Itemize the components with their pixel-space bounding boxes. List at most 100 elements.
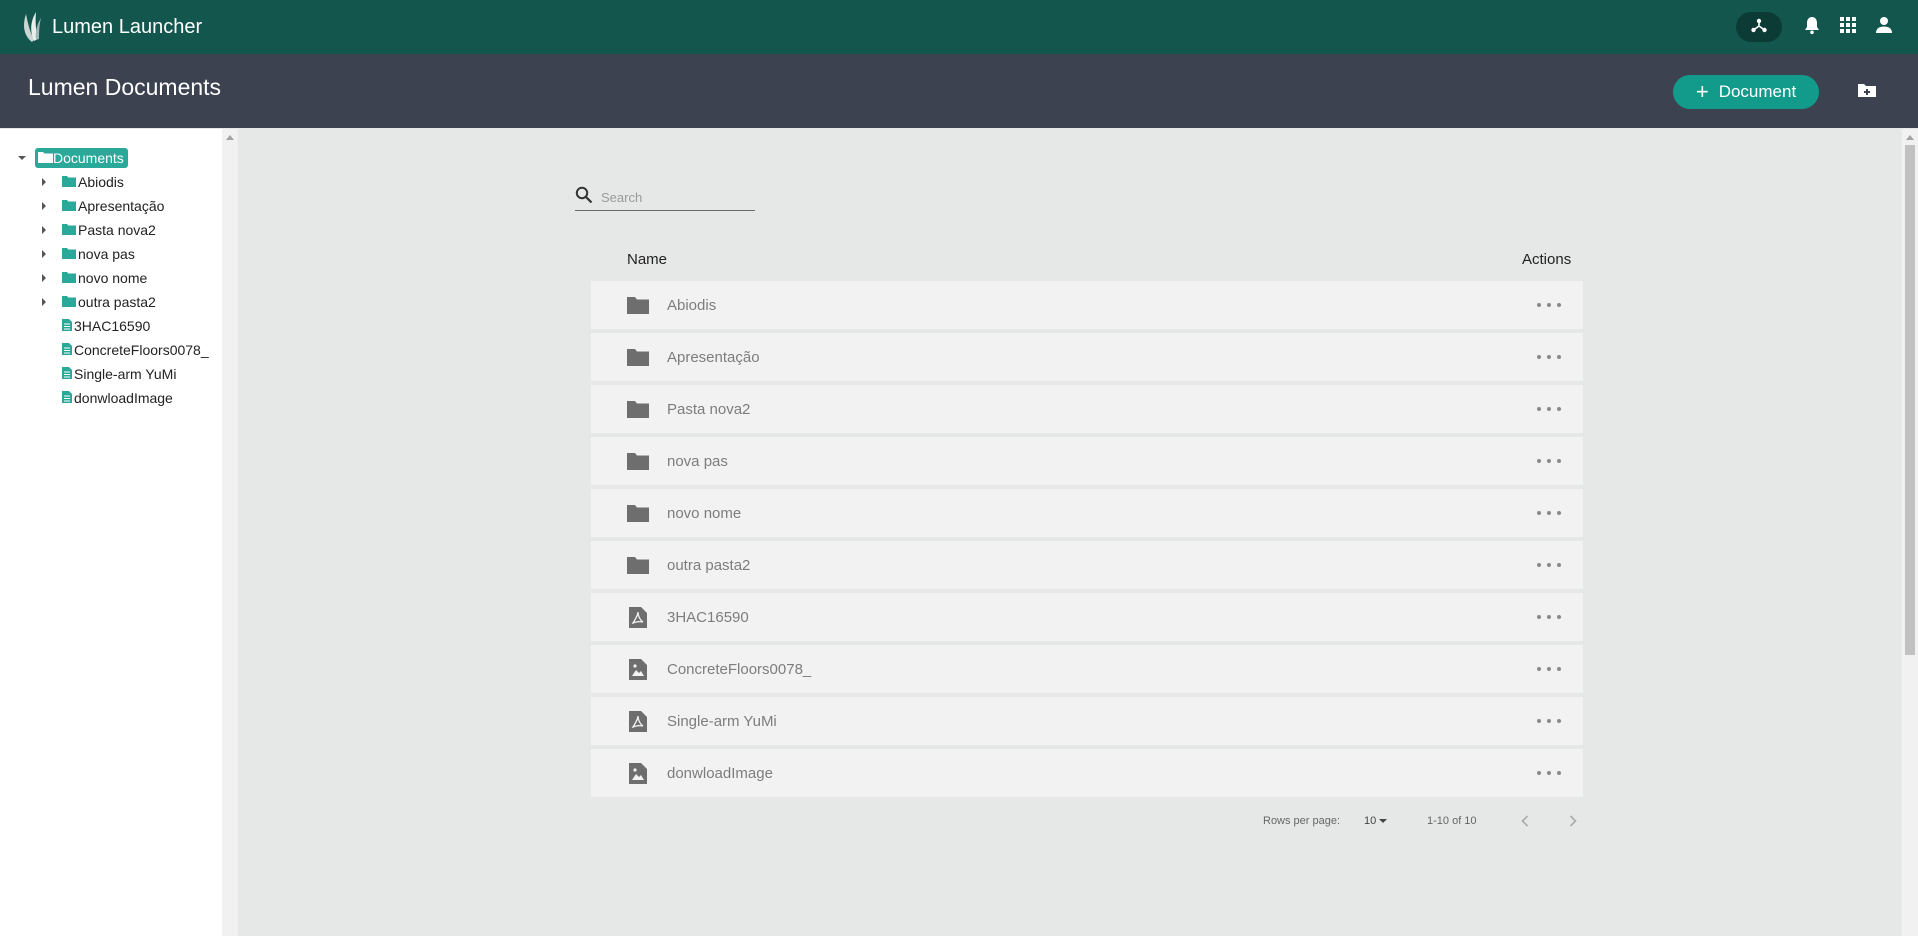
more-actions-icon[interactable]	[1537, 347, 1561, 367]
tree-item-abiodis[interactable]: Abiodis	[42, 174, 124, 190]
table-row[interactable]: ConcreteFloors0078_	[591, 645, 1583, 693]
table-row[interactable]: Pasta nova2	[591, 385, 1583, 433]
expand-caret-icon[interactable]	[42, 250, 46, 258]
tree-item-label: Single-arm YuMi	[74, 366, 177, 382]
tree-item-label: ConcreteFloors0078_	[74, 342, 209, 358]
row-name[interactable]: outra pasta2	[667, 557, 750, 574]
add-document-label: Document	[1718, 82, 1797, 101]
search-input[interactable]	[601, 189, 741, 205]
tree-item-label: nova pas	[78, 246, 135, 262]
tree-root-label: Documents	[53, 150, 124, 166]
pagination-range: 1-10 of 10	[1427, 815, 1477, 827]
row-name[interactable]: donwloadImage	[667, 765, 773, 782]
more-actions-icon[interactable]	[1537, 659, 1561, 679]
next-page-button[interactable]	[1565, 815, 1581, 831]
tree-item-single-arm-yumi[interactable]: Single-arm YuMi	[42, 366, 176, 382]
row-name[interactable]: Abiodis	[667, 297, 716, 314]
more-actions-icon[interactable]	[1537, 451, 1561, 471]
image-file-icon	[627, 658, 649, 680]
folder-icon	[62, 294, 76, 310]
expand-caret-icon[interactable]	[42, 202, 46, 210]
more-actions-icon[interactable]	[1537, 711, 1561, 731]
tree-item-label: novo nome	[78, 270, 148, 286]
collapse-caret-icon[interactable]	[18, 156, 26, 160]
tree-item-label: Apresentação	[78, 198, 165, 214]
table-row[interactable]: outra pasta2	[591, 541, 1583, 589]
notifications-button[interactable]	[1794, 9, 1830, 45]
pdf-file-icon	[627, 710, 649, 732]
table-row[interactable]: Apresentação	[591, 333, 1583, 381]
table-row[interactable]: 3HAC16590	[591, 593, 1583, 641]
scrollbar-thumb[interactable]	[1905, 145, 1915, 655]
tree-item-donwloadimage[interactable]: donwloadImage	[42, 390, 173, 406]
tree-item-novo-nome[interactable]: novo nome	[42, 270, 147, 286]
tree-item-3hac16590[interactable]: 3HAC16590	[42, 318, 150, 334]
previous-page-button[interactable]	[1517, 815, 1533, 831]
table-row[interactable]: donwloadImage	[591, 749, 1583, 797]
table-row[interactable]: Single-arm YuMi	[591, 697, 1583, 745]
tree-item-concretefloors[interactable]: ConcreteFloors0078_	[42, 342, 209, 358]
folder-icon	[627, 399, 649, 419]
scroll-up-arrow-icon[interactable]	[1906, 135, 1914, 140]
row-name[interactable]: ConcreteFloors0078_	[667, 661, 811, 678]
more-actions-icon[interactable]	[1537, 399, 1561, 419]
table-row[interactable]: Abiodis	[591, 281, 1583, 329]
more-actions-icon[interactable]	[1537, 763, 1561, 783]
folder-icon	[627, 503, 649, 523]
new-folder-button[interactable]	[1855, 80, 1879, 104]
row-name[interactable]: Apresentação	[667, 349, 760, 366]
chevron-right-icon	[1569, 814, 1577, 832]
scroll-up-arrow-icon[interactable]	[226, 135, 234, 140]
row-name[interactable]: Single-arm YuMi	[667, 713, 777, 730]
tree-item-label: donwloadImage	[74, 390, 173, 406]
expand-caret-icon[interactable]	[42, 274, 46, 282]
tree-item-label: Abiodis	[78, 174, 124, 190]
table-row[interactable]: nova pas	[591, 437, 1583, 485]
tree-item-label: Pasta nova2	[78, 222, 156, 238]
apps-grid-icon	[1840, 16, 1856, 38]
row-name[interactable]: novo nome	[667, 505, 741, 522]
tree-item-label: outra pasta2	[78, 294, 156, 310]
hub-toggle-button[interactable]	[1736, 12, 1782, 42]
tree-item-apresentacao[interactable]: Apresentação	[42, 198, 164, 214]
row-name[interactable]: 3HAC16590	[667, 609, 749, 626]
tree-item-label: 3HAC16590	[74, 318, 151, 334]
folder-icon	[627, 347, 649, 367]
tree-item-pasta-nova2[interactable]: Pasta nova2	[42, 222, 156, 238]
rows-per-page-label: Rows per page:	[1263, 815, 1341, 827]
row-name[interactable]: Pasta nova2	[667, 401, 750, 418]
file-icon	[62, 366, 72, 382]
more-actions-icon[interactable]	[1537, 555, 1561, 575]
folder-icon	[62, 270, 76, 286]
pdf-file-icon	[627, 606, 649, 628]
table-row[interactable]: novo nome	[591, 489, 1583, 537]
row-name[interactable]: nova pas	[667, 453, 728, 470]
apps-button[interactable]	[1830, 9, 1866, 45]
tree-root[interactable]: Documents	[18, 148, 128, 168]
expand-caret-icon[interactable]	[42, 178, 46, 186]
search-field[interactable]	[575, 184, 755, 211]
expand-caret-icon[interactable]	[42, 298, 46, 306]
rows-per-page-select[interactable]: 10	[1364, 815, 1388, 827]
more-actions-icon[interactable]	[1537, 295, 1561, 315]
brand[interactable]: Lumen Launcher	[20, 10, 202, 44]
page-title: Lumen Documents	[28, 74, 222, 100]
plus-icon: +	[1695, 79, 1709, 104]
main-scrollbar[interactable]	[1902, 129, 1918, 936]
more-actions-icon[interactable]	[1537, 503, 1561, 523]
file-icon	[62, 390, 72, 406]
column-header-name[interactable]: Name	[627, 251, 667, 268]
more-actions-icon[interactable]	[1537, 607, 1561, 627]
account-button[interactable]	[1866, 9, 1902, 45]
tree-item-nova-pas[interactable]: nova pas	[42, 246, 135, 262]
tree-root-chip[interactable]: Documents	[35, 148, 128, 168]
folder-icon	[627, 555, 649, 575]
expand-caret-icon[interactable]	[42, 226, 46, 234]
file-icon	[62, 318, 72, 334]
folder-icon	[38, 150, 53, 166]
tree-item-outra-pasta2[interactable]: outra pasta2	[42, 294, 156, 310]
hub-icon	[1750, 16, 1768, 39]
add-document-button[interactable]: + Document	[1673, 75, 1819, 109]
sidebar-scrollbar[interactable]	[222, 129, 238, 936]
dropdown-arrow-icon	[1379, 819, 1388, 823]
